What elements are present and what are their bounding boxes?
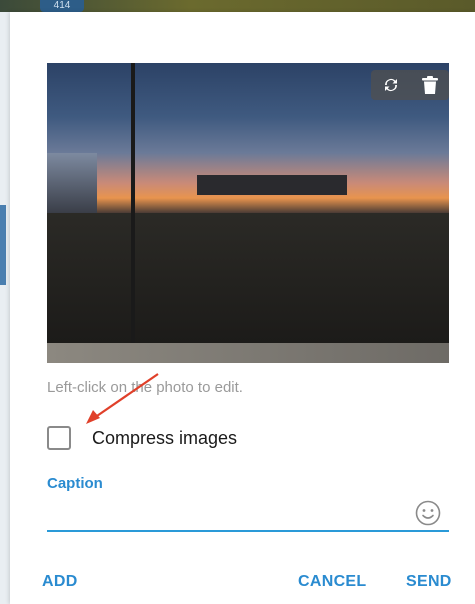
photo-ledge [47,343,449,363]
send-photo-dialog: Left-click on the photo to edit. Compres… [10,12,475,604]
background-sidebar-accent [0,205,6,285]
photo-skyline [197,175,347,195]
add-button[interactable]: ADD [42,573,78,591]
cancel-button[interactable]: CANCEL [298,573,366,591]
send-button[interactable]: SEND [406,573,452,591]
background-badge: 414 [40,0,84,12]
smiley-icon [415,500,441,526]
compress-images-checkbox[interactable] [47,426,71,450]
caption-input[interactable] [47,502,411,530]
photo-preview[interactable] [47,63,449,363]
delete-photo-button[interactable] [418,73,442,97]
replace-photo-button[interactable] [379,73,403,97]
emoji-button[interactable] [415,500,441,526]
caption-label: Caption [47,475,103,492]
photo-building [47,153,97,213]
background-sidebar [0,12,10,604]
refresh-icon [384,79,397,91]
photo-pole [131,63,135,343]
annotation-arrow [86,373,159,424]
photo-toolbar [371,70,449,100]
trash-icon [421,76,438,94]
photo-ground [47,213,449,343]
caption-underline [47,530,449,532]
